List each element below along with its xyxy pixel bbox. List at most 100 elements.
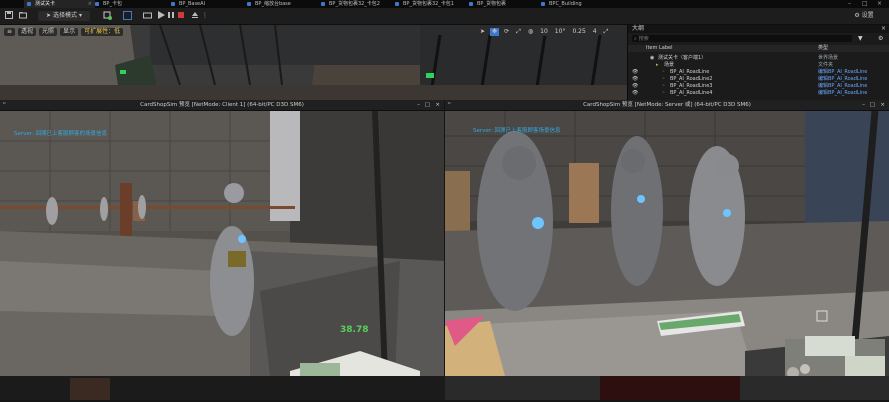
outliner-row[interactable]: 👁 ◦ BP_AI_RoadLine4 编辑BP_AI_RoadLine [628, 90, 889, 96]
minimize-icon[interactable]: – [848, 0, 851, 8]
outliner-row[interactable]: 👁 ◦ BP_AI_RoadLine 编辑BP_AI_RoadLine [628, 69, 889, 75]
lit-mode-button[interactable]: 光照 [39, 28, 58, 36]
tab-bp-package-32-2[interactable]: BP_货物包裹32_卡包2 [318, 0, 399, 8]
column-item-label[interactable]: Item Label [646, 45, 672, 52]
row-type[interactable]: 编辑BP_AI_RoadLine [818, 83, 867, 89]
rotate-tool-icon[interactable]: ⟳ [502, 28, 512, 36]
tab-bp-card-pack[interactable]: BP_卡包 [92, 0, 173, 8]
maximize-icon[interactable]: □ [862, 0, 868, 8]
visibility-eye-icon[interactable]: 👁 [632, 83, 638, 89]
tab-label: BP_卡包 [103, 1, 122, 7]
move-tool-icon[interactable]: ✥ [490, 28, 500, 36]
search-icon: ⌕ [634, 36, 637, 42]
close-icon[interactable]: × [881, 25, 886, 33]
settings-button[interactable]: ⚙ 设置 [844, 11, 884, 21]
tab-label: BP_BaseAI [179, 1, 206, 7]
close-window-icon[interactable]: × [877, 0, 882, 8]
server-window-title: CardShopSim 预览 [NetMode: Server 或] (64-b… [583, 102, 751, 108]
camera-speed-value[interactable]: 4 [590, 28, 599, 36]
tab-label: BP_货物包裹32_卡包2 [329, 1, 380, 7]
tab-bp-scale-base[interactable]: BP_缩放台base [244, 0, 325, 8]
scalability-warning[interactable]: 可扩展性：低 [81, 28, 124, 36]
blueprint-icon [541, 2, 545, 6]
blueprint-icon [95, 2, 99, 6]
tab-label: BP_货物包裹 [477, 1, 506, 7]
chevron-down-icon: ▾ [78, 12, 82, 19]
perspective-button[interactable]: 透视 [18, 28, 37, 36]
blueprint-icon [469, 2, 473, 6]
add-actor-icon[interactable] [100, 11, 114, 21]
outliner-row[interactable]: 👁 ◦ BP_AI_RoadLine2 编辑BP_AI_RoadLine [628, 76, 889, 82]
minimize-icon[interactable]: – [862, 100, 865, 110]
client-preview-window[interactable]: ᵁ CardShopSim 预览 [NetMode: Client 1] (64… [0, 100, 444, 376]
gear-icon: ⚙ [854, 12, 860, 19]
content-browser-icon[interactable] [18, 11, 28, 21]
search-placeholder: 搜索 [638, 36, 649, 42]
save-icon[interactable] [4, 11, 14, 21]
tab-label: BPC_Building [549, 1, 582, 7]
close-icon[interactable]: × [435, 100, 440, 110]
tab-label: 测试关卡 [35, 1, 56, 7]
visibility-eye-icon[interactable]: 👁 [632, 69, 638, 75]
outliner-row[interactable]: ◉ 测试关卡（客户端1） 世界场景 [628, 55, 889, 61]
maximize-icon[interactable]: □ [425, 100, 430, 110]
outliner-panel: 大纲 × ⌕ 搜索 ▼ ⚙ Item Label 类型 ◉ 测试关卡（客户端1）… [627, 25, 889, 100]
row-type[interactable]: 编辑BP_AI_RoadLine [818, 90, 867, 96]
pause-icon[interactable] [166, 11, 176, 21]
play-icon[interactable] [156, 11, 166, 21]
viewport-menu-button[interactable]: ≡ [4, 28, 16, 36]
filter-icon[interactable]: ▼ [858, 35, 863, 42]
row-type[interactable]: 编辑BP_AI_RoadLine [818, 69, 867, 75]
rotation-snap-value[interactable]: 10° [552, 28, 568, 36]
show-button[interactable]: 显示 [60, 28, 79, 36]
viewport-scene [0, 25, 627, 100]
tab-bp-package-32-1[interactable]: BP_货物包裹32_卡包1 [392, 0, 473, 8]
level-viewport[interactable]: ≡ 透视 光照 显示 可扩展性：低 ➤ ✥ ⟳ ⤢ ◍ 10 10° 0.25 … [0, 25, 627, 100]
mode-select-dropdown[interactable]: ➤ 选择模式 ▾ [38, 11, 90, 21]
outliner-row[interactable]: ▸ 场景 文件夹 [628, 62, 889, 68]
tab-bp-baseai[interactable]: BP_BaseAI [168, 0, 249, 8]
scale-snap-value[interactable]: 0.25 [570, 28, 588, 36]
cinematics-icon[interactable] [140, 11, 154, 21]
stop-icon[interactable] [176, 11, 186, 21]
server-scene-render [445, 111, 889, 376]
main-toolbar: ➤ 选择模式 ▾ ⋮ ⚙ 设置 [0, 8, 889, 25]
column-type[interactable]: 类型 [818, 45, 828, 52]
visibility-eye-icon[interactable]: 👁 [632, 76, 638, 82]
actor-icon: ◦ [662, 76, 665, 82]
select-tool-icon[interactable]: ➤ [478, 28, 488, 36]
outliner-row[interactable]: 👁 ◦ BP_AI_RoadLine3 编辑BP_AI_RoadLine [628, 83, 889, 89]
gear-icon[interactable]: ⚙ [878, 35, 883, 42]
maximize-viewport-icon[interactable]: ⤢ [601, 28, 611, 36]
world-space-icon[interactable]: ◍ [525, 28, 536, 36]
outliner-column-header: Item Label 类型 [628, 45, 889, 52]
tab-bpc-building[interactable]: BPC_Building [538, 0, 619, 8]
close-icon[interactable]: × [880, 100, 885, 110]
outliner-search-input[interactable]: ⌕ 搜索 [632, 35, 852, 42]
visibility-eye-icon[interactable]: 👁 [632, 90, 638, 96]
tab-bp-package[interactable]: BP_货物包裹 [466, 0, 547, 8]
money-display: 38.78 [340, 325, 369, 335]
blueprint-menu-icon[interactable] [120, 11, 134, 21]
server-game-view[interactable]: Server: 回溯已上客服顾客场景信息 [445, 111, 889, 376]
server-window-titlebar[interactable]: ᵁ CardShopSim 预览 [NetMode: Server 或] (64… [445, 100, 889, 110]
more-options-icon[interactable]: ⋮ [200, 11, 210, 21]
scale-tool-icon[interactable]: ⤢ [514, 28, 523, 36]
level-icon [27, 2, 31, 6]
viewport-toolbar-left: ≡ 透视 光照 显示 可扩展性：低 [4, 28, 124, 36]
eject-icon[interactable] [190, 11, 200, 21]
unreal-logo-icon: ᵁ [3, 102, 6, 108]
grid-snap-value[interactable]: 10 [538, 28, 550, 36]
editor-tab-bar: 测试关卡 × BP_卡包 BP_BaseAI BP_缩放台base BP_货物包… [0, 0, 889, 8]
row-label: 场景 [664, 62, 675, 68]
row-type[interactable]: 编辑BP_AI_RoadLine [818, 76, 867, 82]
server-preview-window[interactable]: ᵁ CardShopSim 预览 [NetMode: Server 或] (64… [445, 100, 889, 376]
client-game-view[interactable]: Server: 回溯已上客服顾客的场景信息 38.78 [0, 111, 444, 376]
client-window-titlebar[interactable]: ᵁ CardShopSim 预览 [NetMode: Client 1] (64… [0, 100, 444, 110]
world-icon: ◉ [650, 55, 655, 61]
debug-message: Server: 回溯已上客服顾客的场景信息 [14, 131, 108, 137]
maximize-icon[interactable]: □ [870, 100, 875, 110]
minimize-icon[interactable]: – [417, 100, 420, 110]
blueprint-icon [321, 2, 325, 6]
tab-test-level[interactable]: 测试关卡 × [24, 0, 95, 8]
